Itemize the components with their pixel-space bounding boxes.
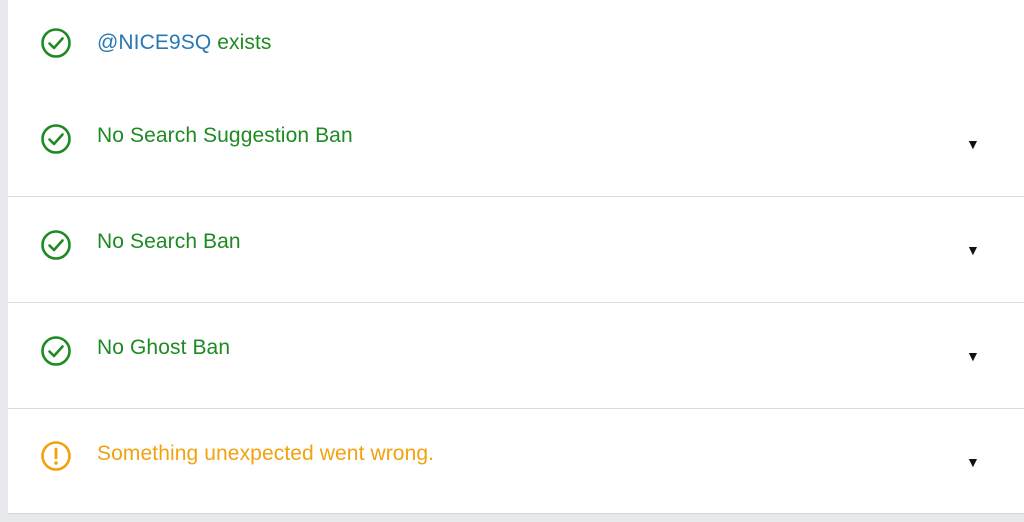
exists-suffix: exists — [211, 31, 272, 54]
check-row-search-ban[interactable]: No Search Ban ▼ — [8, 197, 1024, 302]
check-row-ghost-ban[interactable]: No Ghost Ban ▼ — [8, 303, 1024, 408]
check-label: No Ghost Ban — [97, 336, 231, 359]
check-circle-icon — [40, 123, 72, 155]
expand-toggle-icon[interactable]: ▼ — [966, 136, 980, 152]
alert-circle-icon — [40, 440, 72, 472]
ban-check-results-card: @NICE9SQ exists No Search Suggestion Ban… — [8, 0, 1024, 514]
check-label: Something unexpected went wrong. — [97, 442, 435, 465]
expand-toggle-icon[interactable]: ▼ — [966, 454, 980, 470]
check-row-reply-deboosting[interactable]: Something unexpected went wrong. ▼ — [8, 409, 1024, 513]
expand-toggle-icon[interactable]: ▼ — [966, 242, 980, 258]
account-exists-text: @NICE9SQ exists — [97, 30, 272, 56]
check-circle-icon — [40, 27, 72, 59]
account-handle-link[interactable]: @NICE9SQ — [97, 31, 211, 54]
check-row-search-suggestion-ban[interactable]: No Search Suggestion Ban ▼ — [8, 90, 1024, 196]
expand-toggle-icon[interactable]: ▼ — [966, 348, 980, 364]
check-label: No Search Suggestion Ban — [97, 124, 353, 147]
check-circle-icon — [40, 229, 72, 261]
check-label: No Search Ban — [97, 230, 241, 253]
check-row-account-exists: @NICE9SQ exists — [8, 0, 1024, 90]
check-circle-icon — [40, 335, 72, 367]
